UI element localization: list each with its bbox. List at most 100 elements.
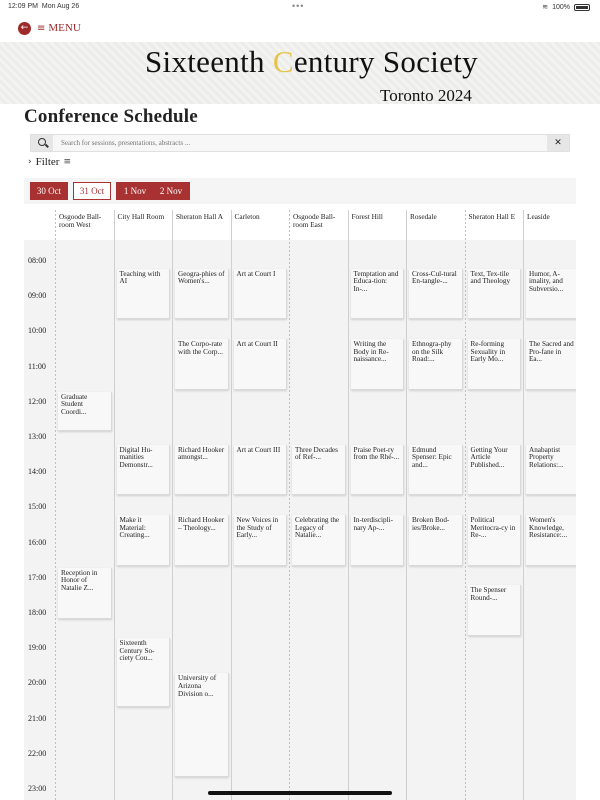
- column-divider: [289, 210, 290, 800]
- chevron-right-icon: ›: [28, 157, 32, 167]
- time-label: 14:00: [28, 467, 47, 477]
- column-divider: [113, 210, 115, 800]
- status-bar: 12:09 PM Mon Aug 26 ••• ≋ 100%: [0, 0, 600, 14]
- session-card[interactable]: Make it Material: Creating...: [116, 515, 170, 566]
- time-label: 17:00: [28, 572, 47, 582]
- session-card[interactable]: In-terdiscipli-nary Ap-...: [350, 515, 404, 566]
- time-label: 19:00: [28, 643, 47, 653]
- session-card[interactable]: Teaching with AI: [116, 268, 170, 320]
- session-card[interactable]: Humor, A-imality, and Subversio...: [526, 268, 576, 320]
- session-card[interactable]: Art at Court II: [233, 339, 287, 390]
- date-tab-2-nov[interactable]: 2 Nov: [152, 182, 190, 200]
- session-card[interactable]: Geogra-phies of Women's...: [175, 268, 229, 320]
- room-header: Osgoode Ball-room East: [293, 212, 336, 229]
- column-divider: [230, 210, 232, 800]
- home-indicator[interactable]: [208, 791, 392, 795]
- top-nav: ← ≡ MENU: [0, 16, 600, 42]
- time-label: 22:00: [28, 748, 47, 758]
- date-tab-30-oct[interactable]: 30 Oct: [30, 182, 68, 200]
- session-card[interactable]: Celebrating the Legacy of Natalie...: [292, 515, 346, 566]
- session-card[interactable]: Art at Court I: [233, 268, 287, 320]
- room-header: City Hall Room: [117, 212, 165, 221]
- time-label: 23:00: [28, 784, 47, 793]
- date-tab-31-oct[interactable]: 31 Oct: [73, 182, 111, 200]
- filter-icon: ≡: [63, 157, 71, 167]
- menu-label: MENU: [48, 22, 81, 34]
- session-card[interactable]: Women's Knowledge, Resistance:...: [526, 515, 576, 566]
- search-input[interactable]: [61, 136, 541, 150]
- session-card[interactable]: The Sacred and Pro-fane in Ea...: [526, 339, 576, 390]
- search-icon[interactable]: [31, 135, 53, 151]
- room-headers: Osgoode Ball-room West City Hall Room Sher…: [24, 210, 576, 240]
- session-card[interactable]: Ethnogra-phy on the Silk Road:...: [409, 339, 463, 390]
- session-card[interactable]: The Spenser Round-...: [467, 585, 521, 637]
- column-divider: [172, 210, 173, 800]
- session-card[interactable]: Text, Tex-tile and Theology: [467, 268, 521, 320]
- search-bar: ✕: [30, 134, 570, 152]
- session-card[interactable]: Getting Your Article Published...: [467, 444, 521, 496]
- session-card[interactable]: Digital Hu-manities Demonstr...: [116, 444, 170, 496]
- session-card[interactable]: Reception in Honor of Natalie Z...: [58, 567, 112, 619]
- session-card[interactable]: Praise Poet-ry from the Rhé-...: [350, 444, 404, 496]
- session-card[interactable]: Anabaptist Property Relations:...: [526, 444, 576, 496]
- time-label: 08:00: [28, 256, 47, 265]
- back-arrow-icon[interactable]: ←: [18, 22, 31, 35]
- battery-status: ≋ 100%: [542, 3, 590, 11]
- room-header: Rosedale: [410, 212, 437, 221]
- room-header: Sheraton Hall E: [468, 212, 516, 221]
- banner-subtitle: Toronto 2024: [380, 86, 472, 105]
- column-divider: [55, 210, 56, 800]
- column-divider: [347, 210, 349, 800]
- session-card[interactable]: Cross-Cul-tural En-tangle-...: [409, 268, 463, 320]
- session-card[interactable]: Sixteenth Century So-ciety Cou...: [116, 638, 170, 707]
- page-title: Conference Schedule: [24, 106, 198, 127]
- session-card[interactable]: Three Decades of Ref-...: [292, 444, 346, 496]
- time-label: 10:00: [28, 326, 47, 336]
- session-card[interactable]: Art at Court III: [233, 444, 287, 496]
- session-card[interactable]: New Voices in the Study of Early...: [233, 515, 287, 566]
- clear-search-button[interactable]: ✕: [547, 135, 569, 151]
- session-card[interactable]: Richard Hooker – Theology...: [175, 515, 229, 566]
- room-header: Carleton: [234, 212, 260, 221]
- battery-percent: 100%: [552, 3, 570, 11]
- time-label: 11:00: [28, 361, 46, 371]
- time-label: 09:00: [28, 291, 47, 301]
- main-content: Conference Schedule ✕ › Filter ≡ 30 Oct …: [24, 104, 576, 800]
- session-card[interactable]: Richard Hooker amongst...: [175, 444, 229, 496]
- menu-button[interactable]: ≡ MENU: [37, 22, 81, 34]
- time-label: 13:00: [28, 432, 47, 441]
- column-divider: [406, 210, 407, 800]
- session-text: Coordi...: [61, 407, 87, 416]
- filter-label: Filter: [35, 156, 60, 168]
- battery-icon: [574, 3, 590, 11]
- column-divider: [523, 210, 524, 800]
- schedule-grid: Osgoode Ball-room West City Hall Room Sher…: [24, 210, 576, 800]
- room-header: Leaside: [527, 212, 550, 221]
- column-divider: [464, 210, 466, 800]
- session-card[interactable]: Broken Bod-ies/Broke...: [409, 515, 463, 566]
- room-header: Osgoode Ball-room West: [59, 212, 102, 229]
- time-label: 15:00: [28, 502, 47, 512]
- status-time: 12:09 PM Mon Aug 26: [8, 3, 80, 10]
- date-tabs: 30 Oct 31 Oct 1 Nov 2 Nov: [24, 178, 576, 204]
- session-card[interactable]: Political Meritocra-cy in Re-...: [467, 515, 521, 566]
- wifi-icon: ≋: [542, 3, 549, 11]
- date-tab-1-nov[interactable]: 1 Nov: [116, 182, 154, 200]
- session-card[interactable]: The Corpo-rate with the Corp...: [175, 339, 229, 390]
- time-label: 12:00: [28, 396, 47, 406]
- session-card[interactable]: Edmund Spenser: Epic and...: [409, 444, 463, 496]
- session-card-overlap[interactable]: Graduate Student Coordi...: [58, 391, 112, 431]
- time-label: 20:00: [28, 678, 47, 688]
- session-card[interactable]: Re-forming Sexuality in Early Mo...: [467, 339, 521, 390]
- filter-toggle[interactable]: › Filter ≡: [28, 156, 71, 168]
- session-card[interactable]: Writing the Body in Re-naissance...: [350, 339, 404, 390]
- time-label: 16:00: [28, 537, 47, 547]
- session-card[interactable]: University of Arizona Division o...: [175, 673, 229, 777]
- time-label: 18:00: [28, 608, 47, 617]
- society-banner: Sixteenth Century Society Toronto 2024: [0, 42, 600, 105]
- time-label: 21:00: [28, 713, 47, 723]
- hamburger-icon: ≡: [37, 22, 46, 34]
- banner-title: Sixteenth Century Society: [145, 44, 478, 79]
- session-card[interactable]: Temptation and Educa-tion: In-...: [350, 268, 404, 320]
- multitask-dots[interactable]: •••: [292, 1, 304, 11]
